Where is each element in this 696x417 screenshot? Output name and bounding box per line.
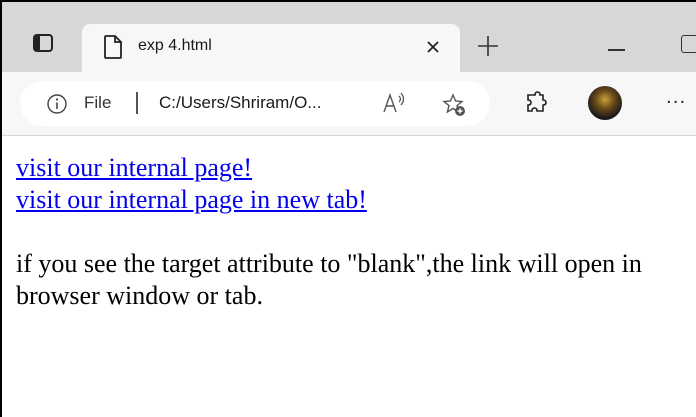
maximize-button[interactable] [681,35,696,53]
more-icon[interactable]: ··· [666,92,686,113]
toolbar: File C:/Users/Shriram/O... ··· [2,72,696,136]
page-icon [102,34,124,64]
read-aloud-icon[interactable] [381,90,409,120]
url-text[interactable]: C:/Users/Shriram/O... [159,93,321,113]
address-bar[interactable]: File C:/Users/Shriram/O... [20,81,490,126]
puzzle-icon[interactable] [524,90,550,120]
separator [136,92,138,114]
tab-actions-icon[interactable] [29,29,57,57]
internal-page-new-tab-link[interactable]: visit our internal page in new tab! [16,185,367,214]
minimize-button[interactable] [608,49,625,51]
browser-window: exp 4.html File C:/Users/Shriram/O... ··… [0,0,696,417]
add-favorite-icon[interactable] [441,92,467,122]
info-icon[interactable] [46,93,68,119]
active-tab[interactable]: exp 4.html [82,24,460,72]
internal-page-link[interactable]: visit our internal page! [16,153,252,182]
scheme-label: File [84,93,112,112]
tab-strip: exp 4.html [2,2,696,72]
profile-avatar[interactable] [588,86,622,120]
plus-icon [478,36,498,56]
page-content: visit our internal page! visit our inter… [16,152,696,312]
tab-title: exp 4.html [138,37,212,54]
explanation-paragraph: if you see the target attribute to "blan… [16,249,642,310]
new-tab-button[interactable] [477,35,499,61]
close-icon[interactable] [425,39,441,59]
